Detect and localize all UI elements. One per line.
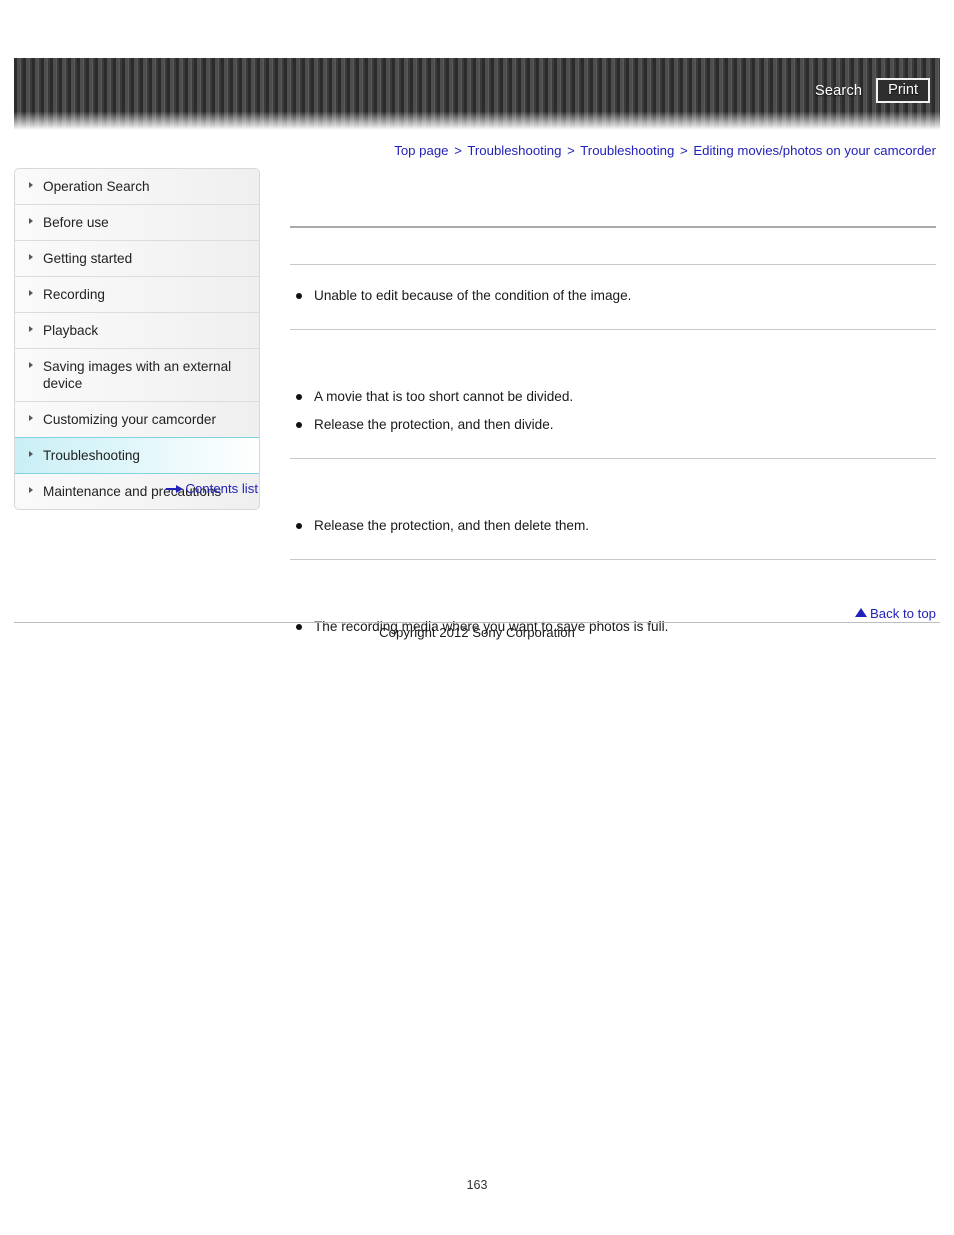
sidebar-item-saving-images-external-device[interactable]: Saving images with an external device [15,349,259,402]
breadcrumb-item-troubleshooting-sub[interactable]: Troubleshooting [580,143,674,158]
page-title [290,190,936,226]
sidebar-item-label: Saving images with an external device [43,359,232,391]
chevron-right-icon [29,254,33,260]
chevron-right-icon [29,362,33,368]
copyright-text: Copyright 2012 Sony Corporation [379,625,575,640]
list-item: Release the protection, and then delete … [290,517,936,535]
sidebar-item-label: Troubleshooting [43,448,140,463]
breadcrumb-separator: > [680,143,688,158]
back-to-top-row: Back to top [290,605,936,621]
sidebar-item-label: Getting started [43,251,133,266]
troubleshooting-section: Release the protection, and then delete … [290,458,936,559]
back-to-top-link[interactable]: Back to top [870,606,936,621]
section-answer: A movie that is too short cannot be divi… [290,366,936,458]
section-heading [290,459,936,495]
chevron-right-icon [29,415,33,421]
breadcrumb-separator: > [567,143,575,158]
list-item: Unable to edit because of the condition … [290,287,936,305]
triangle-up-icon [855,608,868,618]
bullet-list: Unable to edit because of the condition … [290,287,936,305]
contents-list-link[interactable]: Contents list [185,481,258,496]
breadcrumb-item-troubleshooting[interactable]: Troubleshooting [467,143,561,158]
sidebar-navigation: Operation Search Before use Getting star… [14,168,260,510]
breadcrumb-item-editing-movies-photos[interactable]: Editing movies/photos on your camcorder [693,143,936,158]
sidebar-item-getting-started[interactable]: Getting started [15,241,259,277]
breadcrumb-separator: > [454,143,462,158]
sidebar-item-label: Operation Search [43,179,150,194]
troubleshooting-section: A movie that is too short cannot be divi… [290,329,936,458]
sidebar-item-troubleshooting[interactable]: Troubleshooting [15,437,259,474]
sidebar-item-label: Playback [43,323,99,338]
contents-list-row: Contents list [14,480,258,496]
main-content: Unable to edit because of the condition … [290,190,936,660]
section-answer: Unable to edit because of the condition … [290,265,936,329]
print-button[interactable]: Print [876,78,930,103]
chevron-right-icon [29,451,33,457]
section-answer: Release the protection, and then delete … [290,495,936,559]
bullet-list: Release the protection, and then delete … [290,517,936,535]
chevron-right-icon [29,290,33,296]
section-heading [290,228,936,264]
sidebar-item-operation-search[interactable]: Operation Search [15,169,259,205]
sidebar-item-recording[interactable]: Recording [15,277,259,313]
sidebar-item-label: Before use [43,215,109,230]
header-actions: Search Print [815,78,930,103]
list-item: Release the protection, and then divide. [290,416,936,434]
sidebar-item-label: Customizing your camcorder [43,412,217,427]
bullet-list: A movie that is too short cannot be divi… [290,388,936,434]
page-number: 163 [466,1178,488,1192]
sidebar-item-customizing-your-camcorder[interactable]: Customizing your camcorder [15,402,259,438]
site-header-banner: Search Print [14,58,940,130]
arrow-right-icon [166,484,184,493]
chevron-right-icon [29,218,33,224]
troubleshooting-section: Unable to edit because of the condition … [290,228,936,329]
search-link[interactable]: Search [815,83,862,99]
section-heading [290,560,936,596]
breadcrumb: Top page > Troubleshooting > Troubleshoo… [290,143,936,158]
sidebar-item-playback[interactable]: Playback [15,313,259,349]
chevron-right-icon [29,182,33,188]
footer-divider [14,622,940,623]
section-heading [290,330,936,366]
sidebar-item-before-use[interactable]: Before use [15,205,259,241]
sidebar-item-label: Recording [43,287,105,302]
list-item: A movie that is too short cannot be divi… [290,388,936,406]
chevron-right-icon [29,326,33,332]
breadcrumb-item-top-page[interactable]: Top page [394,143,448,158]
